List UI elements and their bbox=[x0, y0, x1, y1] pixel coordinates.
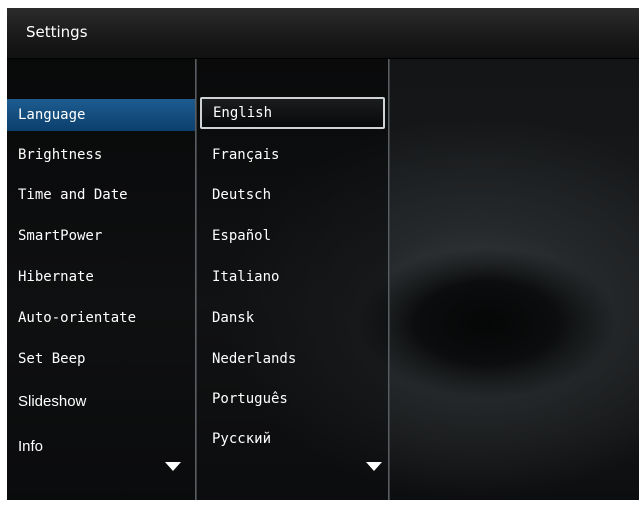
settings-screen: Settings Language Brightness Time and Da… bbox=[7, 8, 639, 500]
page-title: Settings bbox=[26, 23, 88, 41]
chevron-down-icon[interactable] bbox=[164, 461, 182, 473]
language-option-espanol[interactable]: Español bbox=[197, 220, 388, 252]
language-menu: English Français Deutsch Español Italian… bbox=[197, 59, 388, 500]
column-divider bbox=[195, 59, 197, 500]
menu-item-language[interactable]: Language bbox=[7, 99, 195, 131]
language-option-italiano[interactable]: Italiano bbox=[197, 261, 388, 293]
menu-item-time-and-date[interactable]: Time and Date bbox=[7, 179, 195, 211]
menu-item-brightness[interactable]: Brightness bbox=[7, 139, 195, 171]
menu-item-info[interactable]: Info bbox=[7, 431, 195, 463]
language-option-nederlands[interactable]: Nederlands bbox=[197, 343, 388, 375]
settings-menu: Language Brightness Time and Date SmartP… bbox=[7, 59, 195, 500]
column-divider bbox=[388, 59, 390, 500]
chevron-down-icon[interactable] bbox=[365, 461, 383, 473]
menu-item-hibernate[interactable]: Hibernate bbox=[7, 261, 195, 293]
language-option-portugues[interactable]: Português bbox=[197, 383, 388, 415]
menu-item-smartpower[interactable]: SmartPower bbox=[7, 220, 195, 252]
language-option-deutsch[interactable]: Deutsch bbox=[197, 179, 388, 211]
menu-item-auto-orientate[interactable]: Auto-orientate bbox=[7, 302, 195, 334]
language-option-francais[interactable]: Français bbox=[197, 139, 388, 171]
language-option-english[interactable]: English bbox=[200, 97, 385, 129]
language-option-dansk[interactable]: Dansk bbox=[197, 302, 388, 334]
title-bar: Settings bbox=[7, 8, 639, 59]
menu-item-slideshow[interactable]: Slideshow bbox=[7, 386, 195, 418]
language-option-russian[interactable]: Русский bbox=[197, 423, 388, 455]
menu-item-set-beep[interactable]: Set Beep bbox=[7, 343, 195, 375]
